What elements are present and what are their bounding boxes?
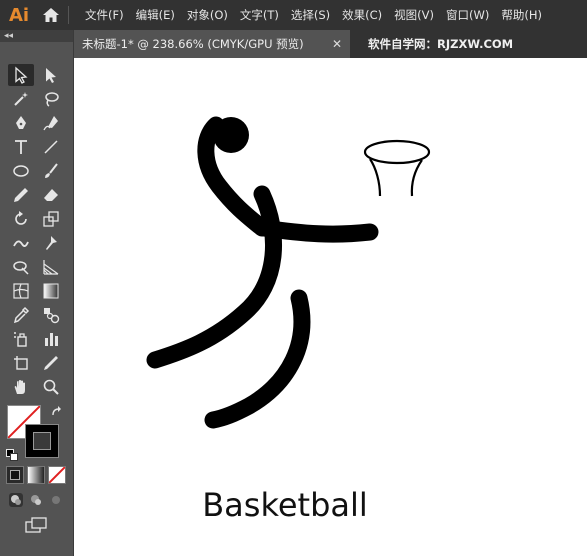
pen-tool-icon[interactable] bbox=[8, 112, 34, 134]
pencil-tool-icon[interactable] bbox=[8, 184, 34, 206]
panel-collapse-icon[interactable]: ◂◂ bbox=[0, 30, 73, 42]
document-tab[interactable]: 未标题-1* @ 238.66% (CMYK/GPU 预览) ✕ bbox=[74, 30, 350, 58]
type-tool-icon[interactable] bbox=[8, 136, 34, 158]
screen-mode-icon[interactable] bbox=[24, 516, 48, 534]
ellipse-tool-icon[interactable] bbox=[8, 160, 34, 182]
symbol-sprayer-tool-icon[interactable] bbox=[8, 328, 34, 350]
artboard-tool-icon[interactable] bbox=[8, 352, 34, 374]
caption-text: Basketball bbox=[202, 486, 368, 524]
none-mode-button[interactable] bbox=[48, 466, 66, 484]
menu-bar: Ai 文件(F) 编辑(E) 对象(O) 文字(T) 选择(S) 效果(C) 视… bbox=[0, 0, 587, 30]
gradient-tool-icon[interactable] bbox=[38, 280, 64, 302]
rotate-tool-icon[interactable] bbox=[8, 208, 34, 230]
paintbrush-tool-icon[interactable] bbox=[38, 160, 64, 182]
puppet-warp-tool-icon[interactable] bbox=[38, 232, 64, 254]
menu-type[interactable]: 文字(T) bbox=[234, 0, 285, 30]
basket-net-right bbox=[410, 159, 423, 197]
menu-select[interactable]: 选择(S) bbox=[285, 0, 336, 30]
document-tab-bar: 未标题-1* @ 238.66% (CMYK/GPU 预览) ✕ 软件自学网：R… bbox=[74, 30, 587, 58]
swap-colors-icon[interactable] bbox=[50, 404, 64, 418]
tools-panel: ◂◂ bbox=[0, 30, 74, 556]
menu-view[interactable]: 视图(V) bbox=[388, 0, 440, 30]
eraser-tool-icon[interactable] bbox=[38, 184, 64, 206]
mesh-tool-icon[interactable] bbox=[8, 280, 34, 302]
scale-tool-icon[interactable] bbox=[38, 208, 64, 230]
perspective-grid-tool-icon[interactable] bbox=[38, 256, 64, 278]
column-graph-tool-icon[interactable] bbox=[38, 328, 64, 350]
curvature-tool-icon[interactable] bbox=[38, 112, 64, 134]
menu-file[interactable]: 文件(F) bbox=[79, 0, 130, 30]
watermark-text: 软件自学网：RJZXW.COM bbox=[368, 37, 514, 51]
line-tool-icon[interactable] bbox=[38, 136, 64, 158]
warp-tool-icon[interactable] bbox=[8, 232, 34, 254]
document-tab-title: 未标题-1* @ 238.66% (CMYK/GPU 预览) bbox=[82, 37, 304, 51]
gradient-mode-button[interactable] bbox=[27, 466, 45, 484]
basket-hoop bbox=[363, 139, 431, 165]
zoom-tool-icon[interactable] bbox=[38, 376, 64, 398]
menu-separator bbox=[68, 6, 69, 24]
basket-net-left bbox=[369, 158, 382, 197]
basketball-pictogram[interactable] bbox=[74, 58, 587, 556]
app-logo: Ai bbox=[8, 4, 30, 26]
menu-edit[interactable]: 编辑(E) bbox=[130, 0, 181, 30]
draw-behind-icon[interactable] bbox=[28, 492, 44, 508]
draw-normal-icon[interactable] bbox=[8, 492, 24, 508]
menu-window[interactable]: 窗口(W) bbox=[440, 0, 495, 30]
close-tab-icon[interactable]: ✕ bbox=[330, 37, 344, 51]
color-mode-button[interactable] bbox=[6, 466, 24, 484]
artboard-canvas[interactable]: Basketball bbox=[74, 58, 587, 556]
blend-tool-icon[interactable] bbox=[38, 304, 64, 326]
menu-effect[interactable]: 效果(C) bbox=[336, 0, 388, 30]
menu-object[interactable]: 对象(O) bbox=[181, 0, 234, 30]
home-icon[interactable] bbox=[38, 0, 64, 30]
hand-tool-icon[interactable] bbox=[8, 376, 34, 398]
eyedropper-tool-icon[interactable] bbox=[8, 304, 34, 326]
slice-tool-icon[interactable] bbox=[38, 352, 64, 374]
magic-wand-tool-icon[interactable] bbox=[8, 88, 34, 110]
menu-help[interactable]: 帮助(H) bbox=[495, 0, 548, 30]
draw-inside-icon[interactable] bbox=[48, 492, 64, 508]
shape-builder-tool-icon[interactable] bbox=[8, 256, 34, 278]
selection-tool-icon[interactable] bbox=[8, 64, 34, 86]
direct-selection-tool-icon[interactable] bbox=[38, 64, 64, 86]
figure-front-leg bbox=[204, 289, 311, 429]
stroke-swatch[interactable] bbox=[25, 424, 59, 458]
lasso-tool-icon[interactable] bbox=[38, 88, 64, 110]
default-colors-icon[interactable] bbox=[6, 446, 18, 461]
